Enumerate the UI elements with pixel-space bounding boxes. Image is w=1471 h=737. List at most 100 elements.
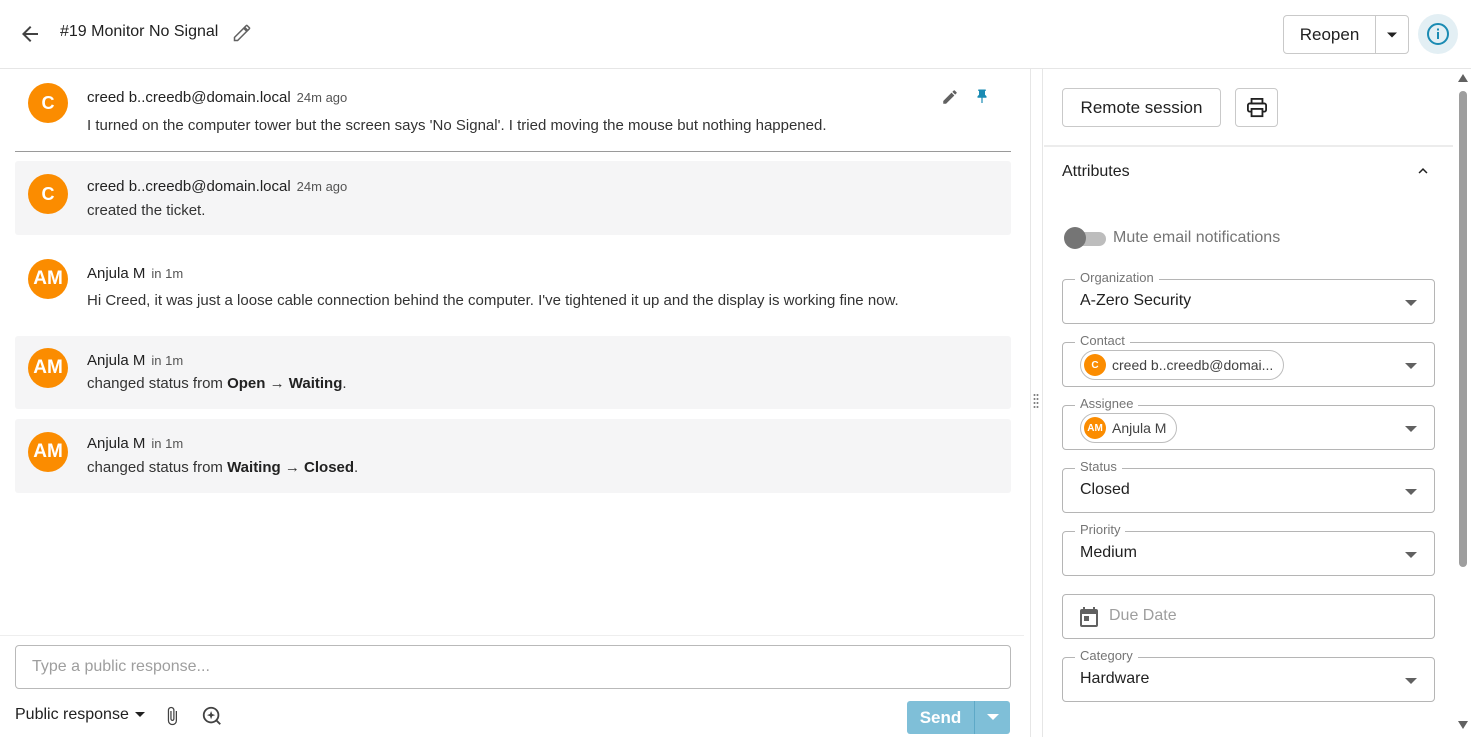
response-type-dropdown[interactable]: Public response <box>15 706 145 724</box>
info-icon[interactable] <box>1418 14 1458 54</box>
contact-select[interactable]: Contact C creed b..creedb@domai... <box>1062 333 1435 387</box>
avatar: AM <box>28 432 68 472</box>
scrollbar-thumb[interactable] <box>1459 91 1467 567</box>
dropdown-arrow-icon <box>1405 300 1417 306</box>
message-time: in 1m <box>151 436 184 451</box>
field-label: Organization <box>1075 270 1159 285</box>
message-item: C creed b..creedb@domain.local 24m ago cr… <box>15 161 1011 235</box>
dropdown-arrow-icon <box>1405 552 1417 558</box>
message-item: AM Anjula M in 1m Hi Creed, it was just a… <box>15 247 1011 317</box>
message-header: Anjula M in 1m <box>87 265 183 282</box>
dropdown-arrow-icon <box>1405 426 1417 432</box>
chip-label: Anjula M <box>1112 420 1167 436</box>
message-header: Anjula M in 1m <box>87 435 183 452</box>
back-arrow-icon[interactable] <box>18 22 42 46</box>
ticket-title: #19 Monitor No Signal <box>60 23 219 40</box>
contact-chip[interactable]: C creed b..creedb@domai... <box>1080 350 1285 380</box>
response-type-label: Public response <box>15 706 129 723</box>
message-header: creed b..creedb@domain.local 24m ago <box>87 89 347 106</box>
message-author: Anjula M <box>87 352 146 369</box>
chevron-down-icon <box>134 712 145 717</box>
field-value: Medium <box>1080 544 1137 561</box>
field-label: Category <box>1075 648 1138 663</box>
organization-select[interactable]: Organization A-Zero Security <box>1062 270 1435 324</box>
field-label: Priority <box>1075 522 1126 537</box>
status-change-text: changed status from Waiting → Closed. <box>87 459 358 476</box>
due-date-field[interactable]: Due Date <box>1062 594 1435 639</box>
message-time: 24m ago <box>296 179 348 194</box>
attachment-icon[interactable] <box>162 705 182 727</box>
status-to: Waiting <box>288 375 343 392</box>
message-header: creed b..creedb@domain.local 24m ago <box>87 178 347 195</box>
category-select[interactable]: Category Hardware <box>1062 648 1435 702</box>
print-button[interactable] <box>1235 88 1278 127</box>
status-from: Open <box>227 375 266 392</box>
status-arrow: → <box>265 375 289 392</box>
status-arrow: → <box>280 459 305 476</box>
message-text: created the ticket. <box>87 202 206 219</box>
status-change-prefix: changed status from <box>87 459 228 476</box>
chip-label: creed b..creedb@domai... <box>1112 357 1274 373</box>
dropdown-arrow-icon <box>1405 489 1417 495</box>
ai-assist-icon[interactable] <box>201 705 223 727</box>
sidebar-scrollbar[interactable] <box>1455 69 1471 737</box>
message-time: 24m ago <box>296 90 348 105</box>
dropdown-arrow-icon <box>1405 363 1417 369</box>
message-time: in 1m <box>151 266 184 281</box>
message-author: Anjula M <box>87 265 146 282</box>
send-options-caret-icon[interactable] <box>975 701 1010 734</box>
status-from: Waiting <box>227 459 281 476</box>
drag-handle-icon[interactable] <box>1033 393 1039 409</box>
avatar: AM <box>28 259 68 299</box>
status-change-text: changed status from Open → Waiting. <box>87 375 347 392</box>
field-value: Closed <box>1080 481 1130 498</box>
priority-select[interactable]: Priority Medium <box>1062 522 1435 576</box>
status-change-prefix: changed status from <box>87 375 228 392</box>
pinned-divider <box>15 151 1011 152</box>
details-panel: Remote session Attributes Mute email not… <box>1044 69 1455 737</box>
message-item: C creed b..creedb@domain.local 24m ago I … <box>15 69 1011 151</box>
assignee-chip[interactable]: AM Anjula M <box>1080 413 1178 443</box>
send-button[interactable]: Send <box>907 701 975 734</box>
message-item: AM Anjula M in 1m changed status from Wai… <box>15 419 1011 493</box>
toggle-knob <box>1064 227 1086 249</box>
reopen-button[interactable]: Reopen <box>1284 16 1376 53</box>
section-divider <box>1044 145 1453 147</box>
field-value: Hardware <box>1080 670 1150 687</box>
pin-icon[interactable] <box>973 87 991 107</box>
edit-message-pencil-icon[interactable] <box>941 88 959 106</box>
status-select[interactable]: Status Closed <box>1062 459 1435 513</box>
avatar: C <box>28 83 68 123</box>
field-label: Assignee <box>1075 396 1139 411</box>
send-split-button: Send <box>907 701 1010 734</box>
printer-icon <box>1246 97 1267 117</box>
reopen-menu-caret-icon[interactable] <box>1376 16 1408 53</box>
avatar: AM <box>1084 417 1106 439</box>
avatar: AM <box>28 348 68 388</box>
edit-title-pencil-icon[interactable] <box>232 23 252 43</box>
due-date-placeholder: Due Date <box>1109 607 1177 624</box>
scroll-up-arrow-icon[interactable] <box>1458 74 1468 82</box>
message-text: I turned on the computer tower but the s… <box>87 117 827 134</box>
message-item: AM Anjula M in 1m changed status from Ope… <box>15 336 1011 409</box>
avatar: C <box>1084 354 1106 376</box>
calendar-icon[interactable] <box>1077 605 1101 629</box>
mute-email-label: Mute email notifications <box>1113 229 1281 246</box>
reopen-split-button: Reopen <box>1283 15 1409 54</box>
reply-input[interactable] <box>15 645 1011 689</box>
scroll-down-arrow-icon[interactable] <box>1458 721 1468 729</box>
message-time: in 1m <box>151 353 184 368</box>
status-to: Closed <box>304 459 355 476</box>
assignee-select[interactable]: Assignee AM Anjula M <box>1062 396 1435 450</box>
status-change-suffix: . <box>342 375 347 392</box>
message-text: Hi Creed, it was just a loose cable conn… <box>87 292 899 309</box>
remote-session-button[interactable]: Remote session <box>1062 88 1221 127</box>
message-author: creed b..creedb@domain.local <box>87 178 291 195</box>
top-bar: #19 Monitor No Signal Reopen <box>0 0 1471 69</box>
conversation-panel: C creed b..creedb@domain.local 24m ago I … <box>0 69 1030 737</box>
composer-divider <box>0 635 1024 636</box>
dropdown-arrow-icon <box>1405 678 1417 684</box>
mute-email-toggle[interactable] <box>1064 227 1107 249</box>
chevron-up-icon[interactable] <box>1414 162 1432 180</box>
message-author: Anjula M <box>87 435 146 452</box>
